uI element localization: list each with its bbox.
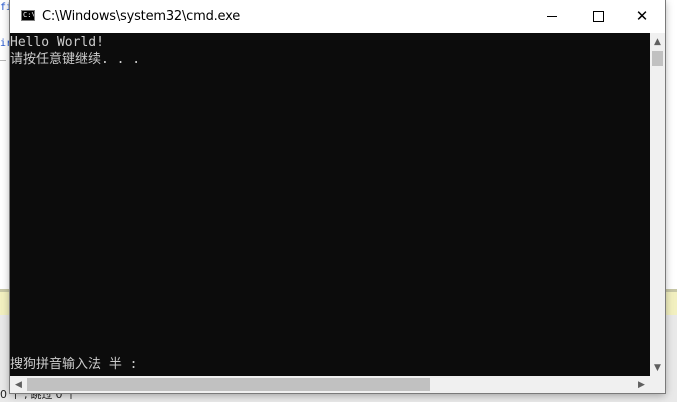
vertical-scroll-thumb[interactable] [652, 51, 663, 66]
title-bar[interactable]: C:\ C:\Windows\system32\cmd.exe ✕ [10, 0, 665, 33]
close-icon: ✕ [635, 7, 649, 25]
console-output[interactable]: Hello World! 请按任意键继续. . . 搜狗拼音输入法 半 : [10, 33, 650, 376]
console-line: Hello World! [10, 35, 104, 50]
console-line: 请按任意键继续. . . [10, 52, 141, 67]
scroll-up-arrow-icon[interactable]: ▲ [650, 33, 665, 50]
horizontal-scrollbar[interactable]: ◀ ▶ [10, 376, 650, 393]
close-button[interactable]: ✕ [619, 0, 665, 33]
scrollbar-corner [650, 376, 665, 393]
background-code-fragment: _ [0, 50, 7, 61]
vertical-scrollbar[interactable]: ▲ ▼ [650, 33, 665, 376]
minimize-button[interactable] [529, 0, 575, 33]
cmd-app-icon[interactable]: C:\ [21, 10, 35, 21]
scroll-right-arrow-icon[interactable]: ▶ [633, 376, 650, 393]
minimize-icon [547, 16, 557, 17]
maximize-button[interactable] [575, 0, 621, 33]
console-window: C:\ C:\Windows\system32\cmd.exe ✕ Hello … [10, 0, 665, 393]
maximize-icon [592, 11, 604, 22]
horizontal-scroll-thumb[interactable] [27, 378, 430, 391]
scroll-left-arrow-icon[interactable]: ◀ [10, 376, 27, 393]
ime-status-bar: 搜狗拼音输入法 半 : [10, 357, 138, 372]
window-title: C:\Windows\system32\cmd.exe [42, 9, 241, 24]
scroll-down-arrow-icon[interactable]: ▼ [650, 359, 665, 376]
